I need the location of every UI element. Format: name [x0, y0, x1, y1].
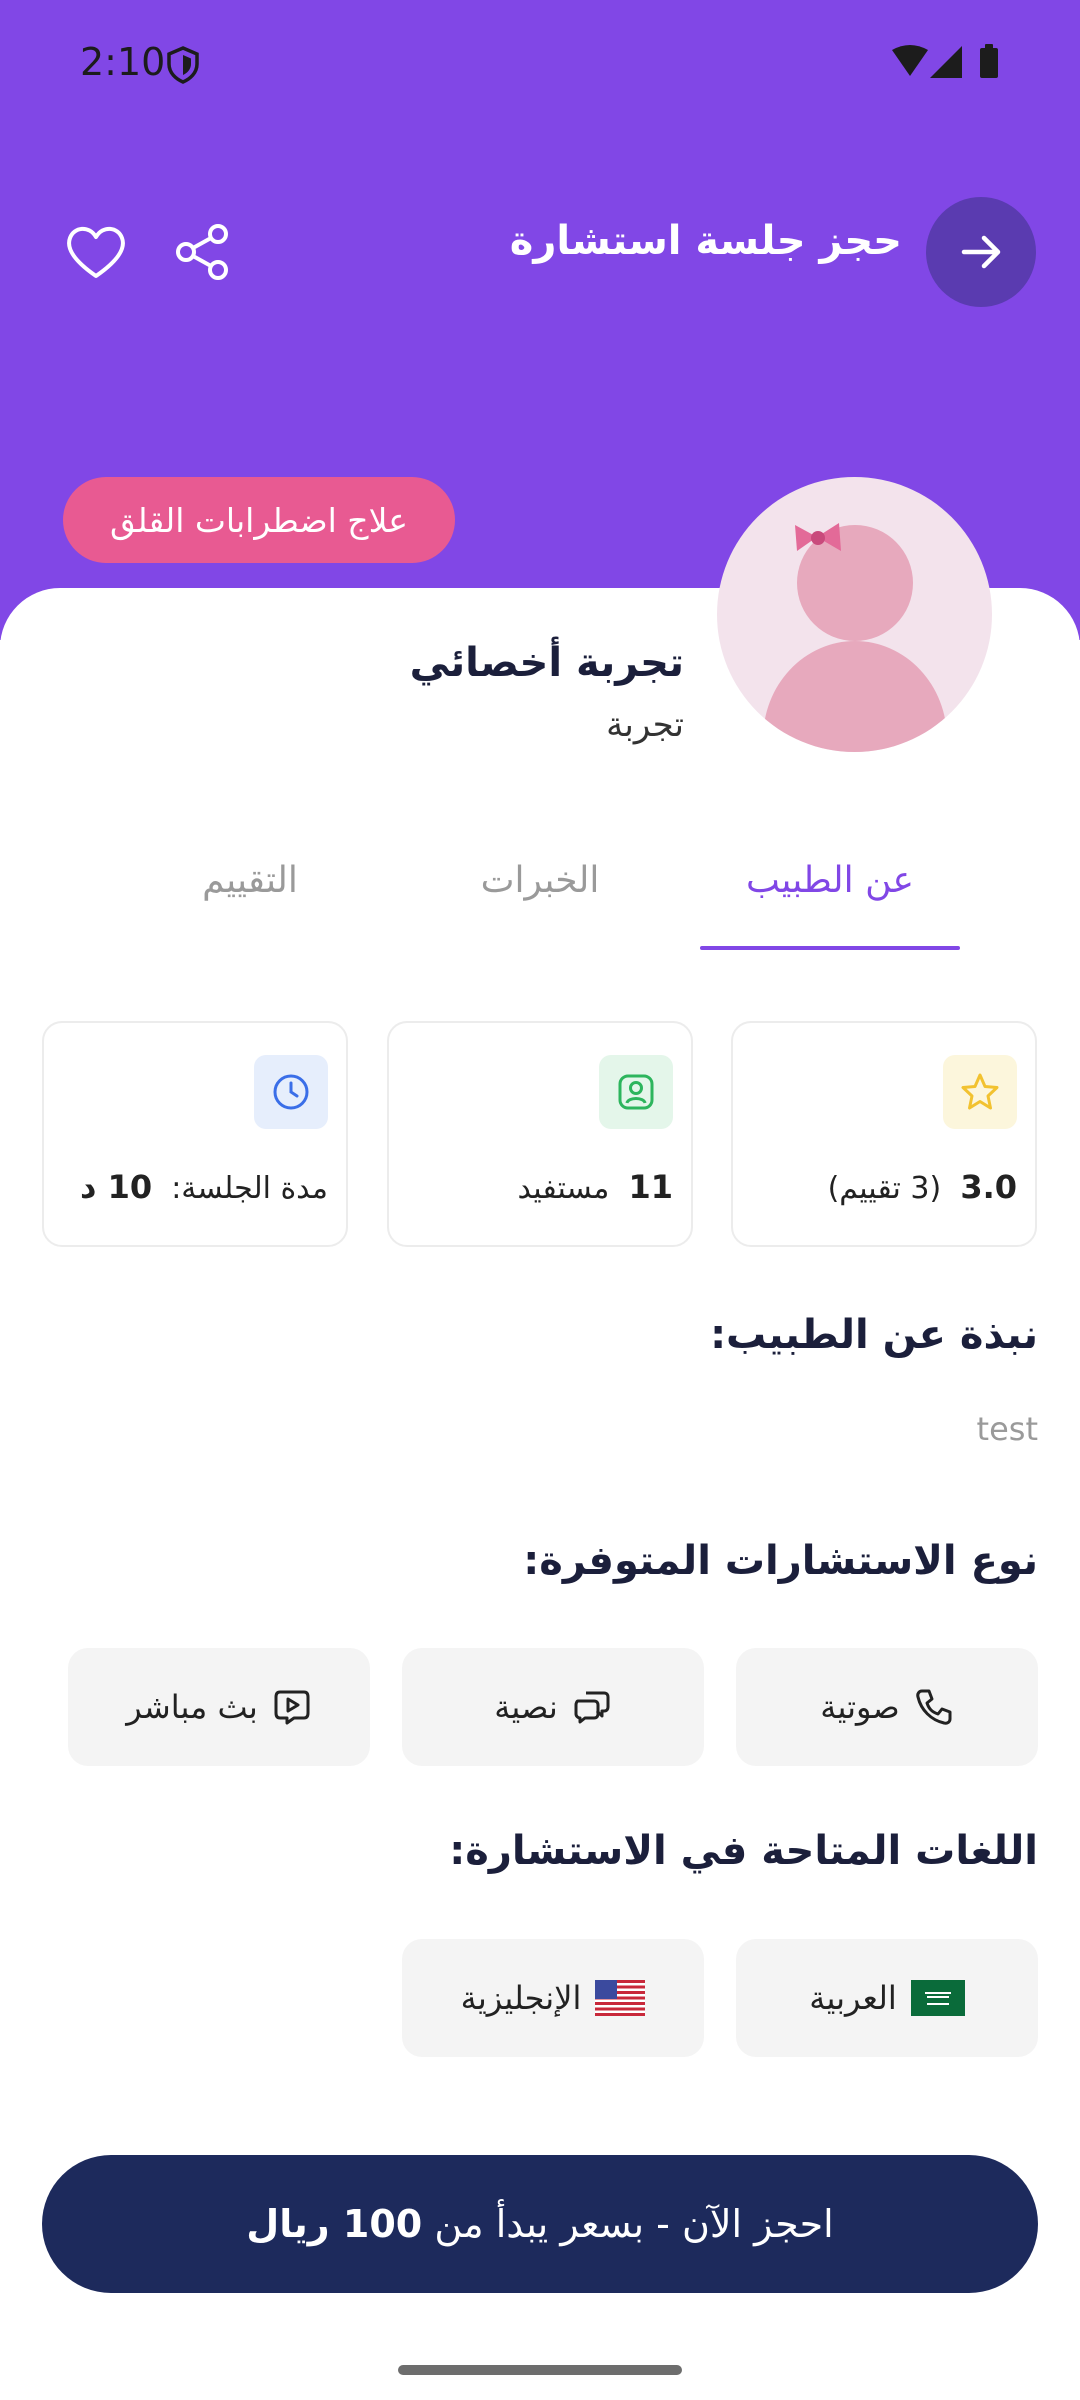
tab-about-doctor[interactable]: عن الطبيب	[700, 860, 960, 901]
page-title: حجز جلسة استشارة	[509, 218, 902, 264]
star-icon	[943, 1055, 1017, 1129]
phone-icon	[915, 1689, 952, 1725]
home-indicator[interactable]	[398, 2365, 682, 2375]
status-icons	[892, 44, 998, 78]
tab-experience[interactable]: الخبرات	[410, 860, 670, 901]
book-now-button[interactable]: احجز الآن - بسعر يبدأ من 100 ريال	[42, 2155, 1038, 2293]
avatar-icon	[763, 523, 947, 752]
clock-icon	[254, 1055, 328, 1129]
user-icon	[599, 1055, 673, 1129]
live-video-icon	[274, 1690, 310, 1725]
tab-underline	[700, 946, 960, 950]
saudi-flag-icon	[910, 1980, 965, 2016]
chat-icon	[574, 1691, 610, 1724]
us-flag-icon	[595, 1980, 646, 2016]
beneficiaries-stat-card: 11 مستفيد	[387, 1021, 693, 1247]
consultation-live-chip[interactable]: بث مباشر	[68, 1648, 370, 1766]
about-title: نبذة عن الطبيب:	[710, 1312, 1038, 1358]
doctor-subtitle: تجربة	[606, 705, 684, 745]
consultation-voice-label: صوتية	[820, 1688, 900, 1726]
doctor-name: تجربة أخصائي	[409, 640, 684, 686]
consultation-types-title: نوع الاستشارات المتوفرة:	[523, 1538, 1038, 1584]
language-english-label: الإنجليزية	[460, 1979, 582, 2017]
shield-icon	[167, 46, 199, 84]
consultation-text-label: نصية	[494, 1688, 558, 1726]
battery-icon	[980, 48, 998, 78]
rating-stat-text: 3.0 (3 تقييم)	[827, 1168, 1017, 1206]
book-button-label: احجز الآن - بسعر يبدأ من	[434, 2202, 834, 2246]
consultation-live-label: بث مباشر	[126, 1688, 258, 1726]
duration-stat-card: مدة الجلسة: 10 د	[42, 1021, 348, 1247]
cellular-icon	[930, 46, 962, 78]
specialty-badge: علاج اضطرابات القلق	[63, 477, 455, 563]
languages-title: اللغات المتاحة في الاستشارة:	[449, 1828, 1038, 1874]
heart-icon[interactable]	[64, 222, 128, 282]
arrow-right-icon	[961, 235, 1001, 269]
language-arabic-label: العربية	[809, 1979, 897, 2017]
rating-stat-card: 3.0 (3 تقييم)	[731, 1021, 1037, 1247]
back-button[interactable]	[926, 197, 1036, 307]
tab-rating[interactable]: التقييم	[120, 860, 380, 901]
consultation-voice-chip[interactable]: صوتية	[736, 1648, 1038, 1766]
status-bar: 2:10	[0, 0, 1080, 130]
language-english-chip[interactable]: الإنجليزية	[402, 1939, 704, 2057]
about-text: test	[976, 1410, 1038, 1448]
beneficiaries-stat-text: 11 مستفيد	[517, 1168, 673, 1206]
avatar	[717, 477, 992, 752]
book-button-price: 100 ريال	[246, 2202, 423, 2246]
language-arabic-chip[interactable]: العربية	[736, 1939, 1038, 2057]
tab-bar: عن الطبيب الخبرات التقييم	[0, 860, 1080, 950]
consultation-text-chip[interactable]: نصية	[402, 1648, 704, 1766]
share-icon[interactable]	[172, 222, 232, 282]
duration-stat-text: مدة الجلسة: 10 د	[80, 1168, 328, 1206]
status-time: 2:10	[80, 40, 166, 84]
wifi-icon	[892, 45, 928, 76]
